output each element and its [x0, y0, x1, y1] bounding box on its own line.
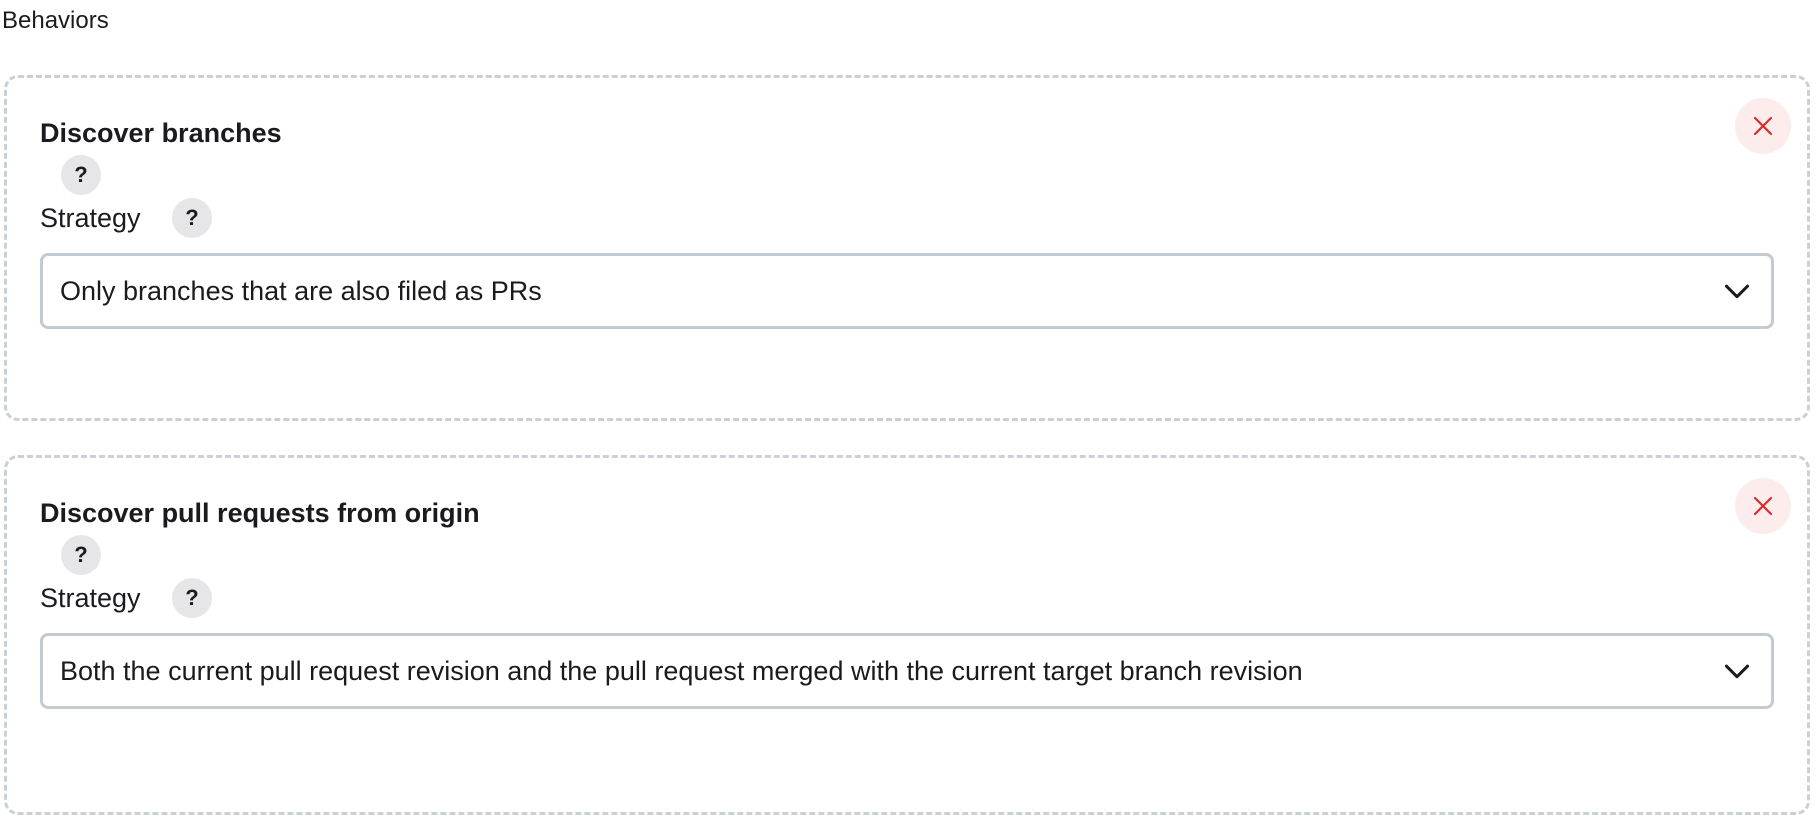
help-button[interactable]: ?	[61, 535, 101, 575]
strategy-select[interactable]: Both the current pull request revision a…	[40, 633, 1774, 709]
close-icon	[1753, 116, 1773, 136]
strategy-select-value: Only branches that are also filed as PRs	[60, 276, 542, 306]
remove-behavior-button[interactable]	[1735, 478, 1791, 534]
strategy-select[interactable]: Only branches that are also filed as PRs	[40, 253, 1774, 329]
behavior-title: Discover branches	[40, 118, 282, 148]
close-icon	[1753, 496, 1773, 516]
section-title: Behaviors	[2, 7, 109, 34]
remove-behavior-button[interactable]	[1735, 98, 1791, 154]
strategy-label: Strategy	[40, 203, 141, 233]
chevron-down-icon	[1724, 664, 1750, 679]
behavior-card-discover-pull-requests: Discover pull requests from origin ? Str…	[4, 455, 1810, 815]
behavior-title: Discover pull requests from origin	[40, 498, 480, 528]
strategy-help-button[interactable]: ?	[172, 198, 212, 238]
chevron-down-icon	[1724, 284, 1750, 299]
help-button[interactable]: ?	[61, 155, 101, 195]
strategy-help-button[interactable]: ?	[172, 578, 212, 618]
strategy-label: Strategy	[40, 583, 141, 613]
strategy-select-value: Both the current pull request revision a…	[60, 656, 1303, 686]
behavior-card-discover-branches: Discover branches ? Strategy ? Only bran…	[4, 75, 1810, 421]
